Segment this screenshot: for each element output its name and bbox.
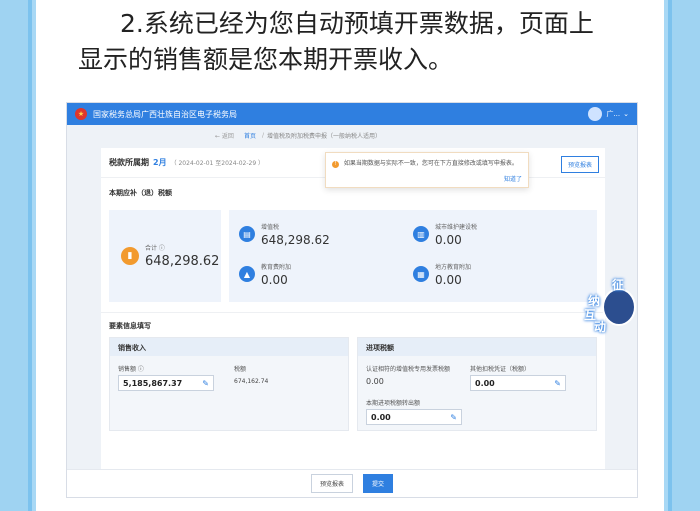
tax-item-label: 增值税 xyxy=(261,224,280,231)
other-deduction-input[interactable]: 0.00 ✎ xyxy=(470,375,566,391)
certified-invoice-field: 认证相符的增值税专用发票税额 0.00 xyxy=(366,364,450,386)
caption-line-2: 显示的销售额是您本期开票收入。 xyxy=(78,45,454,74)
period-month[interactable]: 2月 xyxy=(153,157,167,168)
sales-panel-title: 销售收入 xyxy=(110,338,348,356)
sales-panel: 销售收入 销售额 ⓘ 5,185,867.37 ✎ 税额 674,162.74 xyxy=(109,337,349,431)
right-frame-border xyxy=(668,0,700,511)
edit-icon[interactable]: ✎ xyxy=(554,379,561,388)
input-transfer-label: 本期进项税额转出额 xyxy=(366,400,421,407)
sales-tax-field: 税额 674,162.74 xyxy=(234,364,268,385)
warning-icon: ! xyxy=(332,161,339,168)
input-tax-panel: 进项税额 认证相符的增值税专用发票税额 0.00 其他扣税凭证（税额） 0.00… xyxy=(357,337,597,431)
tax-breakdown-card: ▤ 增值税 648,298.62 ▥ 城市维护建设税 0.00 ▲ 教育费附加 … xyxy=(229,210,597,302)
period-range: （ 2024-02-01 至2024-02-29 ） xyxy=(170,160,265,167)
tax-item-value: 0.00 xyxy=(435,273,462,287)
tax-system-screenshot: ★ 国家税务总局广西壮族自治区电子税务局 广... ⌄ ← 返回 首页 / 增值… xyxy=(66,102,638,498)
action-footer: 预览报表 提交 xyxy=(67,469,637,497)
notice-text: 如果当期数据与实际不一致，您可在下方直接修改或填写申报表。 xyxy=(343,160,518,167)
input-transfer-value: 0.00 xyxy=(371,412,391,422)
consultation-mascot[interactable]: 征 纳 互 动 xyxy=(584,278,640,336)
bar-chart-icon: ▮ xyxy=(121,247,139,265)
caption-line-1: 2.系统已经为您自动预填开票数据，页面上 xyxy=(120,9,594,38)
preview-report-button-top[interactable]: 预览报表 xyxy=(560,156,599,173)
total-label: 合计 ⓘ xyxy=(145,245,165,252)
tax-item-urban: ▥ 城市维护建设税 0.00 xyxy=(413,216,587,256)
tax-item-vat: ▤ 增值税 648,298.62 xyxy=(239,216,413,256)
tax-item-value: 0.00 xyxy=(435,233,462,247)
sales-amount-field: 销售额 ⓘ 5,185,867.37 ✎ xyxy=(118,364,214,391)
site-title: 国家税务总局广西壮族自治区电子税务局 xyxy=(93,109,237,119)
breadcrumb-separator: / xyxy=(261,131,264,139)
book-icon: ▦ xyxy=(413,266,429,282)
mascot-char: 征 xyxy=(612,278,625,292)
tax-item-label: 地方教育附加 xyxy=(435,264,472,271)
input-transfer-input[interactable]: 0.00 ✎ xyxy=(366,409,462,425)
sales-amount-value: 5,185,867.37 xyxy=(123,378,183,388)
tax-item-value: 648,298.62 xyxy=(261,233,330,247)
back-link[interactable]: ← 返回 xyxy=(215,131,234,140)
certified-invoice-value: 0.00 xyxy=(366,377,384,386)
input-tax-panel-title: 进项税额 xyxy=(358,338,596,356)
other-deduction-field: 其他扣税凭证（税额） 0.00 ✎ xyxy=(470,364,566,391)
total-value: 648,298.62 xyxy=(145,254,220,269)
sales-amount-input[interactable]: 5,185,867.37 ✎ xyxy=(118,375,214,391)
notice-ok-link[interactable]: 知道了 xyxy=(504,174,522,183)
submit-button[interactable]: 提交 xyxy=(363,474,394,493)
user-avatar[interactable] xyxy=(588,107,603,121)
user-name[interactable]: 广... xyxy=(606,109,620,119)
graduation-cap-icon: ▲ xyxy=(239,266,255,282)
declaration-content: 税款所属期 2月 （ 2024-02-01 至2024-02-29 ） 预览报表… xyxy=(101,148,605,469)
other-deduction-value: 0.00 xyxy=(475,378,495,388)
total-tax-card: ▮ 合计 ⓘ 648,298.62 xyxy=(109,210,221,302)
tax-due-cards: ▮ 合计 ⓘ 648,298.62 ▤ 增值税 648,298.62 ▥ 城市维… xyxy=(101,204,605,302)
tax-item-label: 教育费附加 xyxy=(261,264,292,271)
period-label: 税款所属期 xyxy=(109,158,149,167)
chevron-down-icon[interactable]: ⌄ xyxy=(623,110,629,118)
edit-icon[interactable]: ✎ xyxy=(202,379,209,388)
sales-tax-value: 674,162.74 xyxy=(234,378,269,385)
document-icon: ▤ xyxy=(239,226,255,242)
building-icon: ▥ xyxy=(413,226,429,242)
other-deduction-label: 其他扣税凭证（税额） xyxy=(470,366,531,373)
edit-icon[interactable]: ✎ xyxy=(450,413,457,422)
tax-item-local-education: ▦ 地方教育附加 0.00 xyxy=(413,256,587,296)
certified-invoice-label: 认证相符的增值税专用发票税额 xyxy=(366,366,451,373)
notice-popover: ! 如果当期数据与实际不一致，您可在下方直接修改或填写申报表。 知道了 xyxy=(325,152,529,188)
instruction-caption: 2.系统已经为您自动预填开票数据，页面上 显示的销售额是您本期开票收入。 xyxy=(78,6,638,78)
mascot-face-icon xyxy=(602,288,636,326)
input-transfer-field: 本期进项税额转出额 0.00 ✎ xyxy=(366,398,462,425)
sales-tax-label: 税额 xyxy=(234,366,247,373)
tax-item-value: 0.00 xyxy=(261,273,288,287)
tax-item-education: ▲ 教育费附加 0.00 xyxy=(239,256,413,296)
elements-section-title: 要素信息填写 xyxy=(109,322,151,330)
top-header-bar: ★ 国家税务总局广西壮族自治区电子税务局 广... ⌄ xyxy=(67,103,637,125)
mascot-char: 动 xyxy=(594,320,607,334)
sales-amount-label: 销售额 ⓘ xyxy=(118,366,144,373)
elements-panels: 销售收入 销售额 ⓘ 5,185,867.37 ✎ 税额 674,162.74 … xyxy=(101,337,605,431)
breadcrumb-home[interactable]: 首页 xyxy=(244,131,256,140)
tax-item-label: 城市维护建设税 xyxy=(435,224,478,231)
preview-report-button[interactable]: 预览报表 xyxy=(310,474,353,493)
breadcrumb: ← 返回 首页 / 增值税及附加税费申报（一般纳税人适用） xyxy=(67,125,637,145)
breadcrumb-current: 增值税及附加税费申报（一般纳税人适用） xyxy=(266,132,381,140)
national-emblem-icon: ★ xyxy=(75,108,87,120)
left-frame-border xyxy=(0,0,32,511)
